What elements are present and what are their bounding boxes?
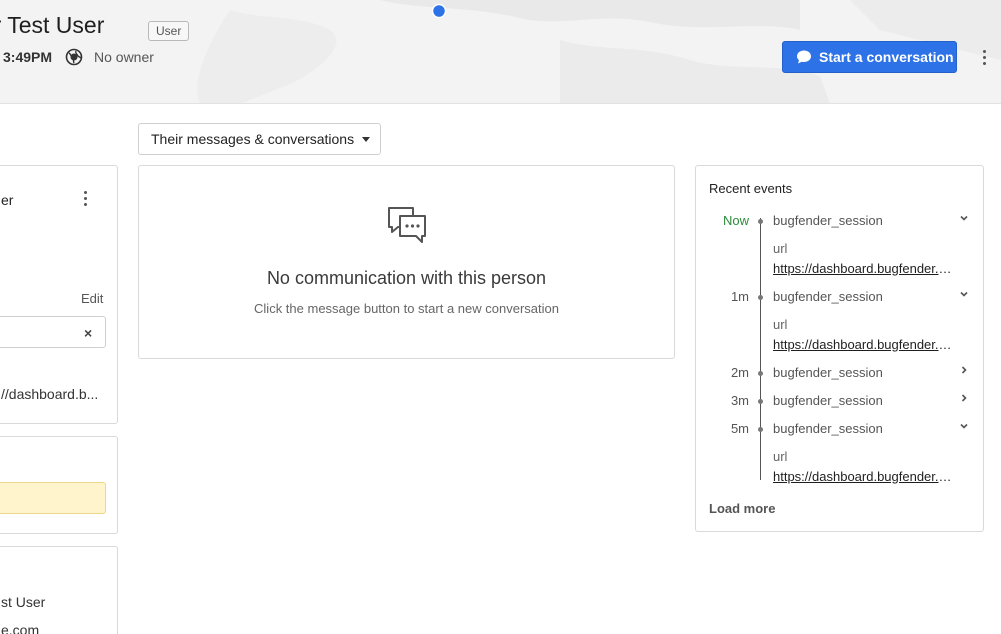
clear-icon[interactable]: × xyxy=(84,325,92,341)
event-name[interactable]: bugfender_session xyxy=(773,421,883,436)
event-attr-link[interactable]: https://dashboard.bugfender.com/ xyxy=(773,469,953,484)
profile-header: der Test User User 3:49PM No owner Start… xyxy=(0,0,1001,104)
event-attr-key: url xyxy=(773,317,788,332)
event-name[interactable]: bugfender_session xyxy=(773,365,883,380)
user-name: der Test User xyxy=(0,12,105,38)
event-attr-key: url xyxy=(773,241,788,256)
owner-status[interactable]: No owner xyxy=(94,49,154,65)
start-conversation-button[interactable]: Start a conversation xyxy=(782,41,957,73)
conversation-filter-dropdown[interactable]: Their messages & conversations xyxy=(138,123,381,155)
conversations-empty-state: No communication with this person Click … xyxy=(138,165,675,359)
event-name[interactable]: bugfender_session xyxy=(773,289,883,304)
left-company-card: st User e.com xyxy=(0,546,118,634)
left-details-card: er Edit × //dashboard.b... xyxy=(0,165,118,424)
event-time: 1m xyxy=(730,289,749,304)
caret-down-icon xyxy=(362,137,370,142)
attribute-url-value: //dashboard.b... xyxy=(1,386,99,402)
recent-events-title: Recent events xyxy=(709,181,793,196)
left-notes-card xyxy=(0,436,118,534)
edit-link[interactable]: Edit xyxy=(81,291,103,306)
timeline-dot xyxy=(758,399,763,404)
event-time: 5m xyxy=(730,421,749,436)
more-options-icon[interactable] xyxy=(976,47,992,67)
event-name[interactable]: bugfender_session xyxy=(773,213,883,228)
user-type-badge: User xyxy=(148,21,190,41)
chevron-down-icon[interactable] xyxy=(958,420,970,432)
empty-state-subtitle: Click the message button to start a new … xyxy=(254,301,559,316)
empty-state-title: No communication with this person xyxy=(266,268,547,288)
timeline-dot xyxy=(758,427,763,432)
note-input[interactable] xyxy=(0,482,106,514)
contact-name: st User xyxy=(1,594,46,610)
event-attr-link[interactable]: https://dashboard.bugfender.com/ xyxy=(773,337,953,352)
contact-email: e.com xyxy=(1,622,40,634)
recent-events-card: Recent events Now bugfender_session url … xyxy=(695,165,984,532)
event-attr-key: url xyxy=(773,449,788,464)
timeline-dot xyxy=(758,219,763,224)
chevron-down-icon[interactable] xyxy=(958,212,970,224)
local-time: 3:49PM xyxy=(3,49,53,65)
event-time: Now xyxy=(722,213,749,228)
chat-bubbles-icon xyxy=(388,207,426,243)
left-card-more-icon[interactable] xyxy=(80,189,90,207)
event-attr-link[interactable]: https://dashboard.bugfender.com/ xyxy=(773,261,953,276)
globe-icon xyxy=(65,48,83,66)
event-name[interactable]: bugfender_session xyxy=(773,393,883,408)
load-more-button[interactable]: Load more xyxy=(709,501,775,516)
chat-bubble-icon xyxy=(797,50,811,64)
timeline-dot xyxy=(758,295,763,300)
chevron-down-icon[interactable] xyxy=(958,288,970,300)
location-pin xyxy=(431,3,447,19)
start-conversation-label: Start a conversation xyxy=(819,49,954,65)
event-time: 2m xyxy=(730,365,749,380)
chevron-right-icon[interactable] xyxy=(958,364,970,376)
timeline-dot xyxy=(758,371,763,376)
chevron-right-icon[interactable] xyxy=(958,392,970,404)
timeline-line xyxy=(760,218,761,480)
event-time: 3m xyxy=(730,393,749,408)
left-card-title: er xyxy=(1,192,14,208)
filter-selected-label: Their messages & conversations xyxy=(151,131,355,147)
